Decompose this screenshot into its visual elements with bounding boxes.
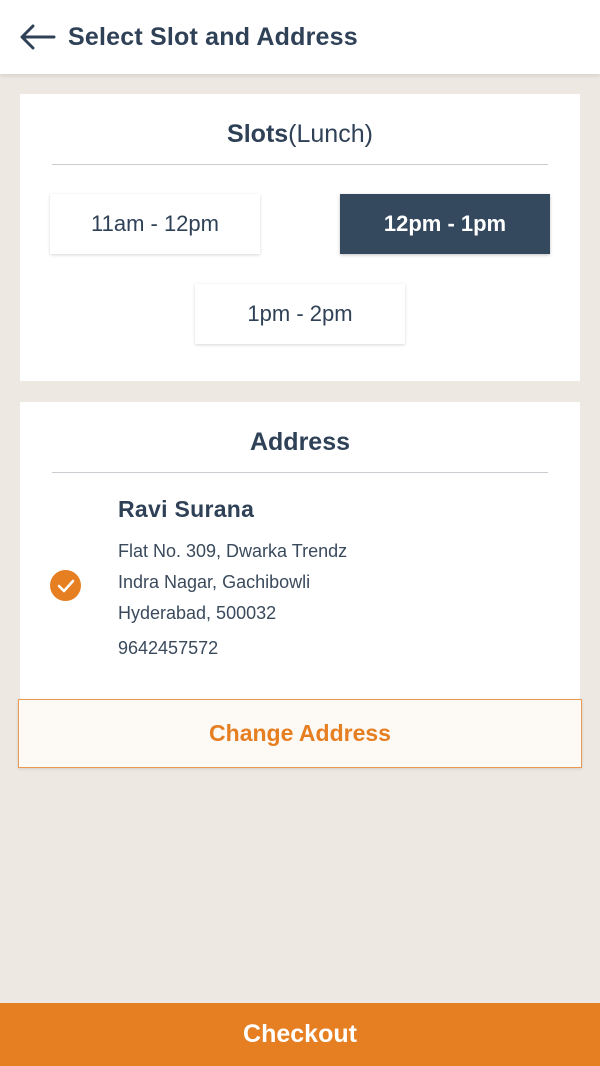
checkout-button[interactable]: Checkout (0, 1003, 600, 1066)
slot-option-1pm-2pm[interactable]: 1pm - 2pm (195, 284, 405, 344)
app-bar: Select Slot and Address (0, 0, 600, 74)
address-details: Ravi Surana Flat No. 309, Dwarka Trendz … (118, 496, 347, 664)
address-heading: Address (249, 428, 351, 456)
slots-heading-label: Slots (227, 120, 289, 148)
back-button[interactable] (10, 0, 66, 74)
address-line-2: Indra Nagar, Gachibowli (118, 572, 311, 592)
address-line-1: Flat No. 309, Dwarka Trendz (118, 541, 348, 561)
slots-meal-label: (Lunch) (288, 120, 373, 148)
page-title: Select Slot and Address (68, 22, 358, 51)
change-address-button[interactable]: Change Address (18, 699, 582, 768)
address-divider (52, 472, 548, 473)
slots-heading: Slots(Lunch) (20, 94, 580, 164)
address-line-3: Hyderabad, 500032 (118, 603, 277, 623)
address-name: Ravi Surana (118, 496, 255, 522)
slot-option-12pm-1pm[interactable]: 12pm - 1pm (340, 194, 550, 254)
check-circle-icon[interactable] (50, 570, 81, 601)
slots-divider (52, 164, 548, 165)
address-card: Address Ravi Surana Flat No. 309, Dwarka… (20, 402, 580, 700)
slot-option-11am-12pm[interactable]: 11am - 12pm (50, 194, 260, 254)
slots-card: Slots(Lunch) 11am - 12pm 12pm - 1pm 1pm … (20, 94, 580, 381)
address-phone: 9642457572 (118, 638, 219, 658)
arrow-left-icon (20, 24, 56, 50)
